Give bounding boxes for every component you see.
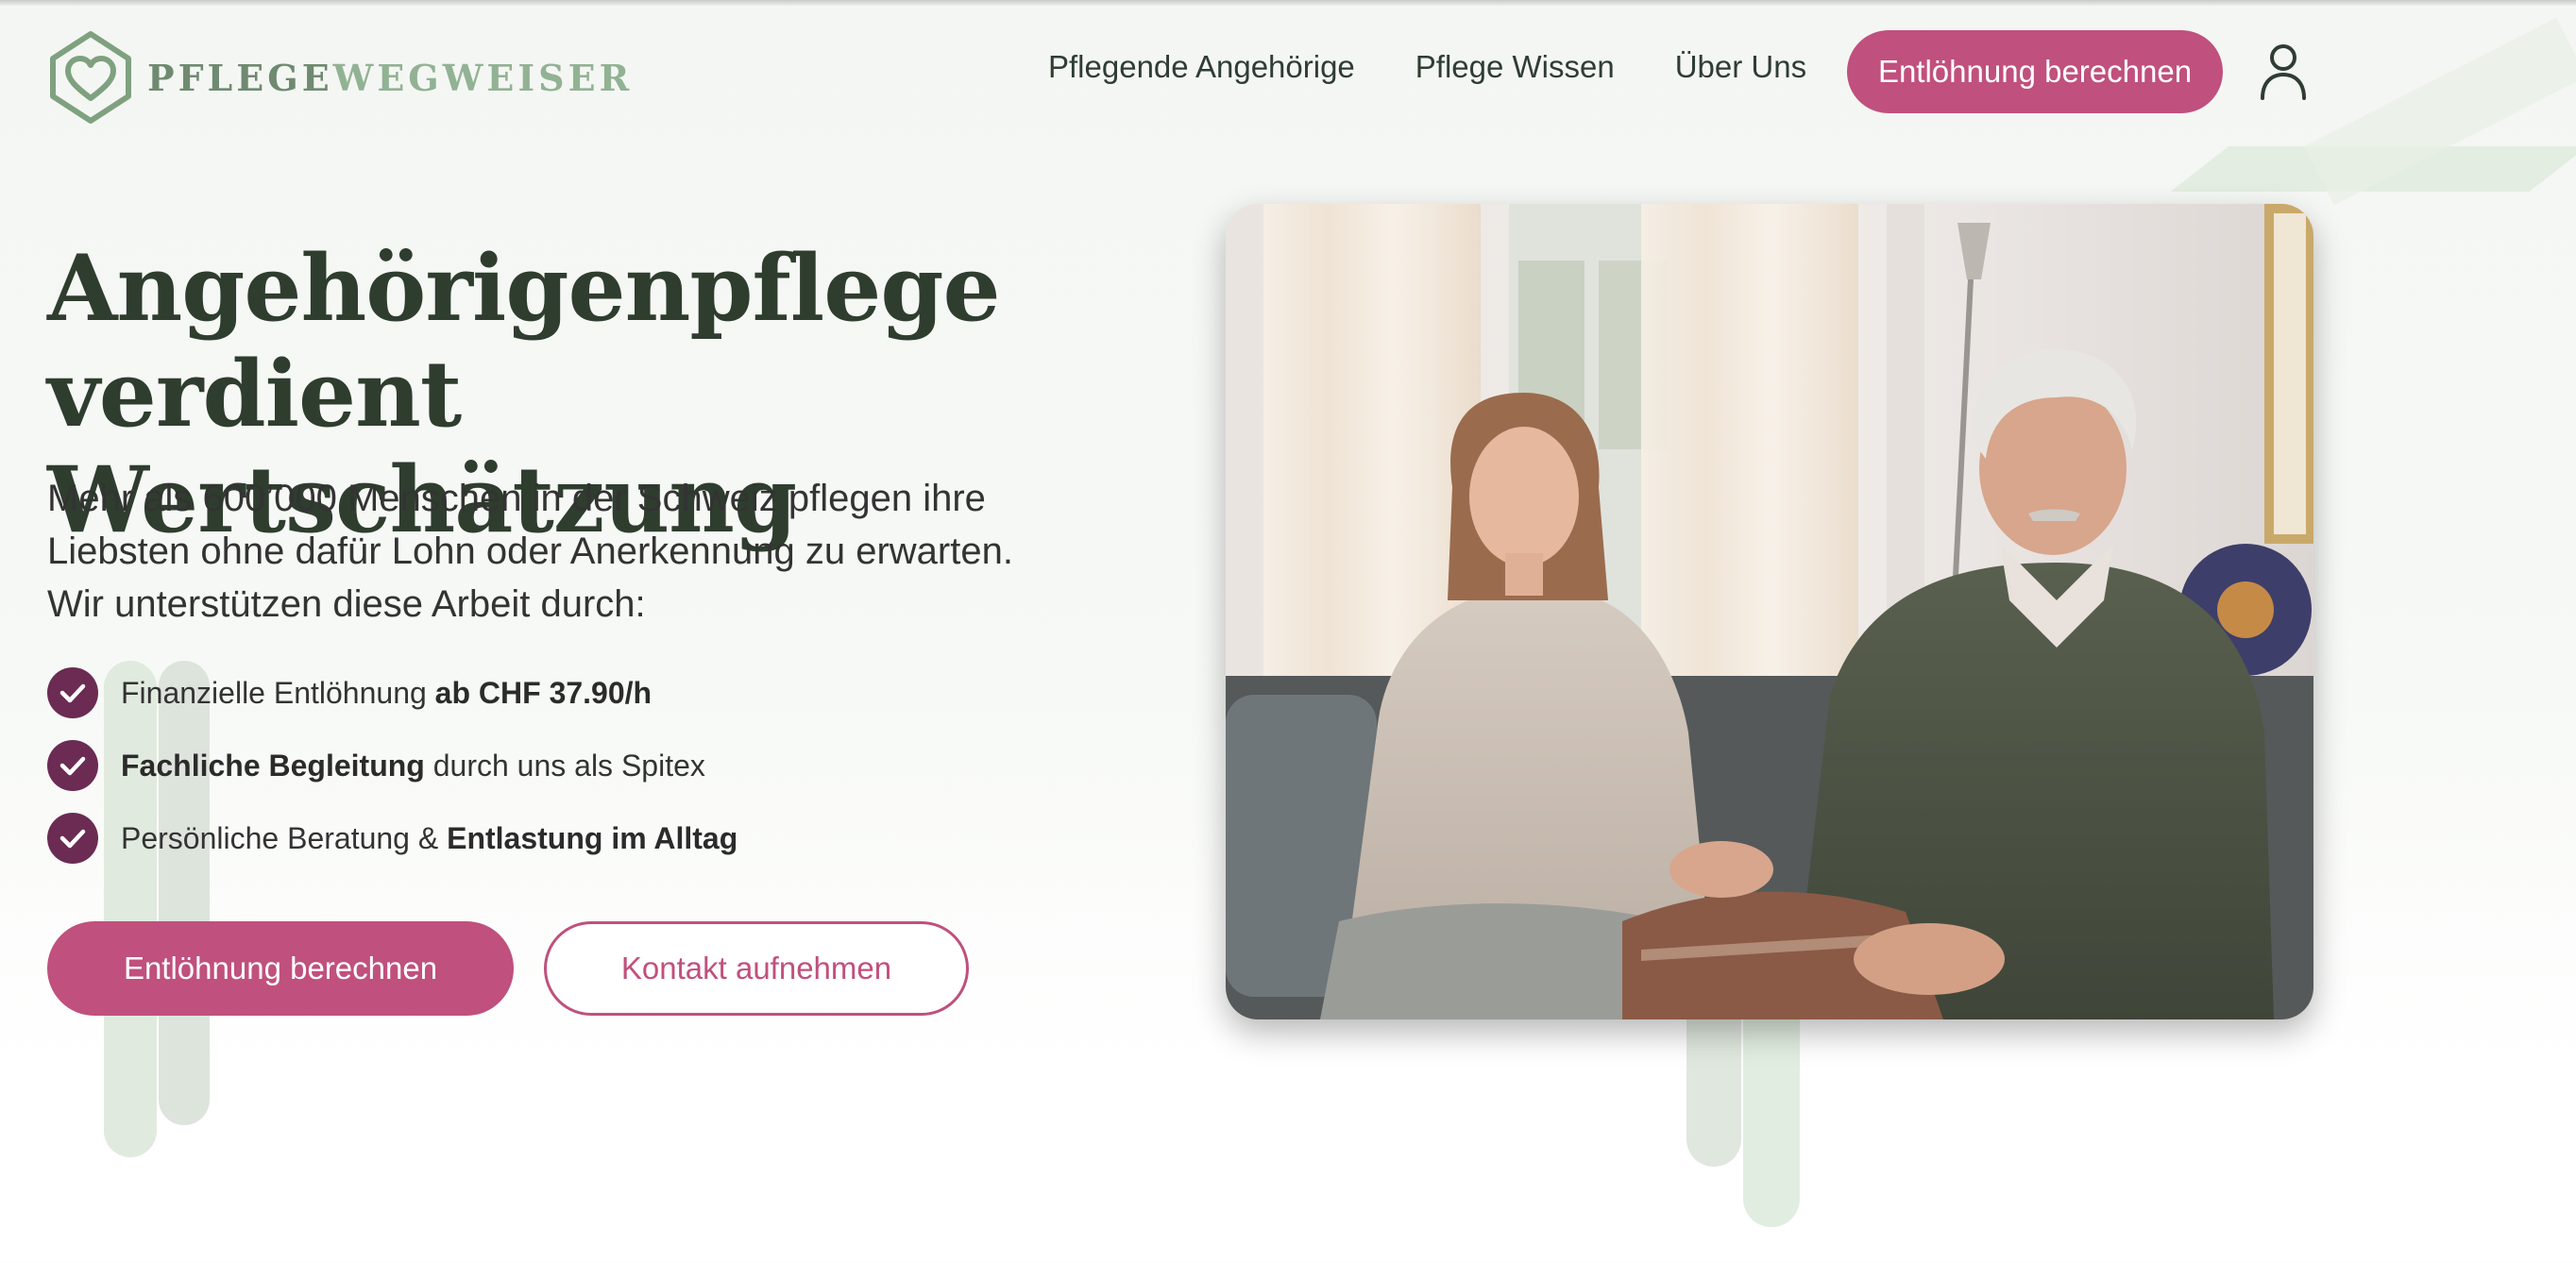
benefit-text-bold: ab CHF 37.90/h [434,675,652,710]
contact-button[interactable]: Kontakt aufnehmen [544,921,969,1016]
benefit-item: Fachliche Begleitung durch uns als Spite… [47,739,737,792]
benefit-item: Persönliche Beratung & Entlastung im All… [47,812,737,865]
benefit-item: Finanzielle Entlöhnung ab CHF 37.90/h [47,666,737,719]
benefit-text-regular: Persönliche Beratung & [121,820,448,855]
benefit-text: Fachliche Begleitung durch uns als Spite… [121,749,705,783]
hero-intro: Mehr als 600’000 Menschen in der Schweiz… [47,478,1013,625]
nav-item-ueber-uns[interactable]: Über Uns [1675,49,1806,85]
benefit-text-bold: Entlastung im Alltag [447,820,738,855]
hero-image [1226,204,2313,1019]
benefit-text: Persönliche Beratung & Entlastung im All… [121,821,737,856]
check-icon [47,667,98,718]
nav-item-pflegende-angehoerige[interactable]: Pflegende Angehörige [1048,49,1355,85]
top-border [0,0,2576,6]
brand-name-part2: WEGWEISER [332,56,634,99]
brand-name-part1: PFLEGE [147,56,333,99]
header-cta-button[interactable]: Entlöhnung berechnen [1847,30,2223,113]
check-icon [47,813,98,864]
heart-house-icon [50,31,131,124]
benefit-text-regular: durch uns als Spitex [424,748,705,783]
hero-title-line1: Angehörigenpflege [47,235,1001,342]
user-icon[interactable] [2257,42,2310,100]
brand-wordmark: PFLEGEWEGWEISER [147,57,633,99]
benefit-text-bold: Fachliche Begleitung [121,748,425,783]
benefit-list: Finanzielle Entlöhnung ab CHF 37.90/h Fa… [47,666,737,884]
nav-item-pflege-wissen[interactable]: Pflege Wissen [1415,49,1615,85]
calculate-pay-button[interactable]: Entlöhnung berechnen [47,921,514,1016]
brand-logo[interactable]: PFLEGEWEGWEISER [47,28,633,126]
benefit-text: Finanzielle Entlöhnung ab CHF 37.90/h [121,676,652,711]
main-nav: Pflegende Angehörige Pflege Wissen Über … [1048,49,1867,85]
check-icon [47,740,98,791]
benefit-text-regular: Finanzielle Entlöhnung [121,675,435,710]
